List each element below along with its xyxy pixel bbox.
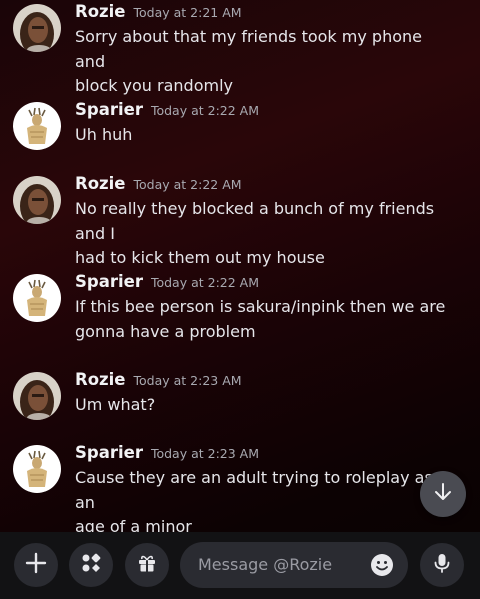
- avatar-rozie[interactable]: [13, 372, 61, 420]
- message-author[interactable]: Sparier: [75, 443, 143, 462]
- message-content: Sorry about that my friends took my phon…: [75, 25, 455, 99]
- message-content: Uh huh: [75, 123, 455, 148]
- scroll-to-bottom-button[interactable]: [420, 471, 466, 517]
- apps-icon: [80, 552, 102, 578]
- message-input-placeholder: Message @Rozie: [198, 555, 333, 574]
- arrow-down-icon: [432, 481, 454, 507]
- avatar-rozie[interactable]: [13, 176, 61, 224]
- message-line: No really they blocked a bunch of my fri…: [75, 199, 435, 243]
- message-composer: Message @Rozie: [0, 532, 480, 599]
- message-line: had to kick them out my house: [75, 248, 325, 267]
- avatar-sparier[interactable]: [13, 445, 61, 493]
- message-author[interactable]: Rozie: [75, 2, 126, 21]
- message-line: If this bee person is sakura/inpink then…: [75, 297, 446, 316]
- message-timestamp: Today at 2:21 AM: [133, 5, 242, 20]
- emoji-icon: [370, 554, 394, 581]
- message-timestamp: Today at 2:22 AM: [150, 103, 259, 118]
- plus-icon: [25, 552, 47, 578]
- message-line: Um what?: [75, 395, 156, 414]
- message-input[interactable]: Message @Rozie: [180, 542, 408, 588]
- message-timestamp: Today at 2:22 AM: [133, 177, 242, 192]
- message-line: block you randomly: [75, 76, 233, 95]
- message-line: gonna have a problem: [75, 321, 256, 341]
- gift-icon: [136, 552, 158, 578]
- voice-message-button[interactable]: [420, 543, 464, 587]
- message-author[interactable]: Rozie: [75, 370, 126, 389]
- message-timestamp: Today at 2:22 AM: [150, 275, 259, 290]
- message-line: age of a minor: [75, 517, 192, 532]
- add-attachment-button[interactable]: [14, 543, 58, 587]
- message-content: No really they blocked a bunch of my fri…: [75, 197, 455, 271]
- microphone-icon: [431, 552, 453, 578]
- apps-button[interactable]: [69, 543, 113, 587]
- message-line: Sorry about that my friends took my phon…: [75, 27, 422, 71]
- emoji-button[interactable]: [370, 553, 394, 577]
- message-author[interactable]: Sparier: [75, 272, 143, 291]
- message-content: If this bee person is sakura/inpink then…: [75, 295, 455, 344]
- message-content: Um what?: [75, 393, 455, 418]
- message-author[interactable]: Sparier: [75, 100, 143, 119]
- avatar-rozie[interactable]: [13, 4, 61, 52]
- message-timestamp: Today at 2:23 AM: [133, 373, 242, 388]
- message-timestamp: Today at 2:23 AM: [150, 446, 259, 461]
- gift-button[interactable]: [125, 543, 169, 587]
- avatar-sparier[interactable]: [13, 274, 61, 322]
- message-content: Cause they are an adult trying to rolepl…: [75, 466, 455, 532]
- message-list[interactable]: Rozie Today at 2:21 AM Sorry about that m…: [0, 0, 480, 532]
- message-line: Cause they are an adult trying to rolepl…: [75, 468, 433, 512]
- message-author[interactable]: Rozie: [75, 174, 126, 193]
- avatar-sparier[interactable]: [13, 102, 61, 150]
- message-line: Uh huh: [75, 125, 133, 144]
